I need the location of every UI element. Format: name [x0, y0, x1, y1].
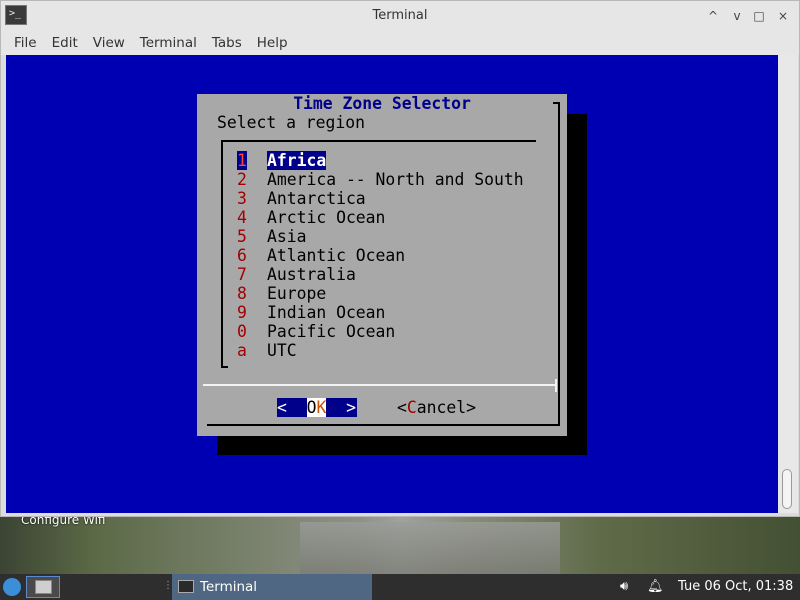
dialog-frame-bottom [207, 424, 560, 426]
terminal-launcher-icon [35, 580, 52, 594]
menu-help[interactable]: Help [256, 35, 289, 51]
task-label: Terminal [200, 579, 258, 595]
wallpaper-road [300, 522, 560, 574]
window-title: Terminal [372, 8, 428, 23]
region-list[interactable]: 1 Africa 2 America -- North and South 3 Ant… [237, 151, 524, 360]
taskbar: ⋮ Terminal 🔊︎ 🔔︎ Tue 06 Oct, 01:38 [0, 574, 800, 600]
ok-pre: O [306, 398, 317, 417]
ok-button[interactable]: < OK > [277, 398, 357, 417]
item-label: Europe [267, 284, 327, 303]
list-item[interactable]: 1 Africa [237, 151, 524, 170]
list-item[interactable]: 2 America -- North and South [237, 170, 524, 189]
item-label: Antarctica [267, 189, 366, 208]
list-item[interactable]: 0 Pacific Ocean [237, 322, 524, 341]
list-item[interactable]: 6 Atlantic Ocean [237, 246, 524, 265]
menu-edit[interactable]: Edit [51, 35, 79, 51]
dialog-frame-right [558, 102, 560, 426]
maximize-icon[interactable]: □ [750, 7, 768, 25]
item-label: UTC [267, 341, 297, 360]
clock[interactable]: Tue 06 Oct, 01:38 [678, 579, 793, 594]
item-label: Africa [267, 151, 327, 170]
taskbar-terminal-button[interactable]: Terminal [172, 574, 372, 600]
ok-right: > [326, 398, 356, 417]
item-tag: 9 [237, 303, 247, 322]
menubar: File Edit View Terminal Tabs Help [1, 31, 799, 55]
list-item[interactable]: 8 Europe [237, 284, 524, 303]
list-frame-bottom-left [221, 366, 228, 368]
desktop-wallpaper [0, 512, 800, 574]
item-tag: 4 [237, 208, 247, 227]
item-tag: 2 [237, 170, 247, 189]
notification-bell-icon[interactable]: 🔔︎ [647, 579, 664, 595]
item-tag: 0 [237, 322, 247, 341]
ok-left: < [277, 398, 307, 417]
minimize-icon[interactable]: v [728, 7, 746, 25]
cancel-button[interactable]: <Cancel> [397, 398, 476, 417]
list-frame-top [221, 140, 536, 142]
menu-file[interactable]: File [13, 35, 38, 51]
scrollbar-thumb[interactable] [782, 469, 792, 509]
scrollbar[interactable] [778, 55, 798, 513]
item-label: Arctic Ocean [267, 208, 386, 227]
item-tag: 6 [237, 246, 247, 265]
item-tag: a [237, 341, 247, 360]
menu-tabs[interactable]: Tabs [211, 35, 243, 51]
ok-hotkey: K [316, 398, 327, 417]
cancel-rest: ancel> [416, 398, 476, 417]
list-item[interactable]: 9 Indian Ocean [237, 303, 524, 322]
list-item[interactable]: a UTC [237, 341, 524, 360]
item-label: Australia [267, 265, 356, 284]
timezone-dialog: Time Zone Selector Select a region 1 Afri… [197, 94, 567, 436]
close-icon[interactable]: × [774, 7, 792, 25]
menu-terminal[interactable]: Terminal [139, 35, 198, 51]
cancel-hotkey: C [406, 398, 417, 417]
list-item[interactable]: 3 Antarctica [237, 189, 524, 208]
menu-view[interactable]: View [92, 35, 126, 51]
cancel-open: < [397, 398, 407, 417]
dialog-prompt: Select a region [217, 113, 366, 132]
quick-launch-terminal[interactable] [26, 576, 60, 598]
item-tag: 5 [237, 227, 247, 246]
item-label: Pacific Ocean [267, 322, 396, 341]
list-item[interactable]: 5 Asia [237, 227, 524, 246]
shade-icon[interactable]: ^ [704, 7, 722, 25]
item-label: Atlantic Ocean [267, 246, 406, 265]
terminal-window: >_ Terminal ^ v □ × File Edit View Termi… [0, 0, 800, 517]
item-tag: 7 [237, 265, 247, 284]
item-tag: 8 [237, 284, 247, 303]
dialog-title: Time Zone Selector [293, 94, 471, 113]
button-separator [203, 384, 557, 386]
list-frame-left [221, 140, 223, 368]
item-label: Indian Ocean [267, 303, 386, 322]
titlebar[interactable]: >_ Terminal ^ v □ × [1, 1, 799, 31]
list-item[interactable]: 7 Australia [237, 265, 524, 284]
item-tag: 1 [237, 151, 247, 170]
terminal-task-icon [178, 580, 194, 593]
item-tag: 3 [237, 189, 247, 208]
start-menu-icon[interactable] [3, 578, 21, 596]
taskbar-handle-icon: ⋮ [163, 580, 173, 591]
item-label: America -- North and South [267, 170, 524, 189]
list-item[interactable]: 4 Arctic Ocean [237, 208, 524, 227]
item-label: Asia [267, 227, 307, 246]
volume-icon[interactable]: 🔊︎ [620, 579, 636, 595]
